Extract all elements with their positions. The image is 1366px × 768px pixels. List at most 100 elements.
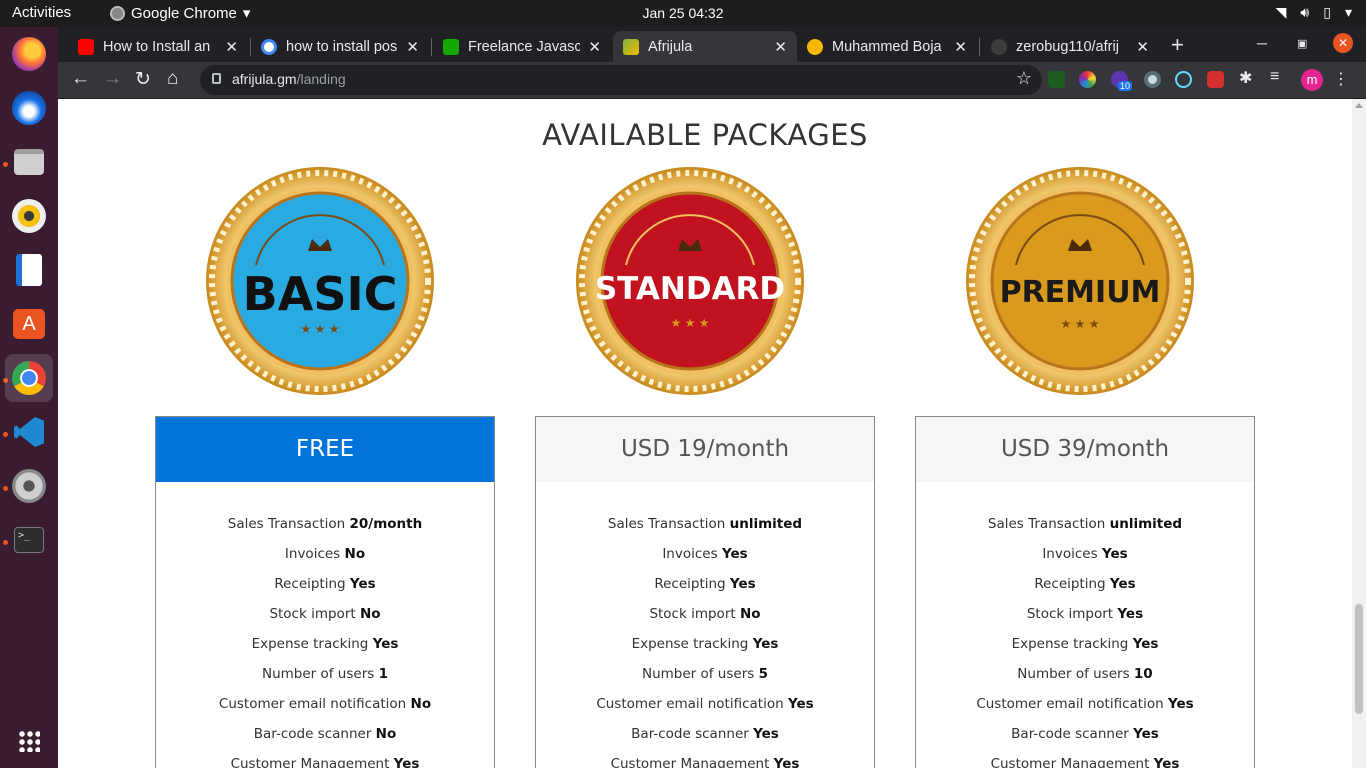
scroll-up-arrow-icon[interactable]	[1355, 103, 1363, 108]
vscode-launcher[interactable]	[5, 408, 53, 456]
feature-row: Stock import No	[536, 606, 874, 636]
feature-label: Customer email notification	[218, 696, 407, 712]
svg-text:★ ★ ★: ★ ★ ★	[301, 322, 340, 336]
tab-google-search[interactable]: how to install pos ✕	[251, 31, 429, 62]
feature-row: Receipting Yes	[916, 576, 1254, 606]
profile-avatar[interactable]: m	[1301, 69, 1323, 91]
feature-value: Yes	[729, 576, 756, 592]
software-launcher[interactable]: A	[5, 300, 53, 348]
tab-youtube[interactable]: How to Install an ✕	[68, 31, 248, 62]
extension-badge: 10	[1118, 81, 1133, 91]
feature-row: Sales Transaction unlimited	[536, 516, 874, 546]
app-menu[interactable]: Google Chrome ▾	[110, 4, 250, 22]
thunderbird-launcher[interactable]	[5, 84, 53, 132]
new-tab-button[interactable]: +	[1171, 32, 1184, 58]
close-icon[interactable]: ✕	[774, 38, 787, 56]
feature-row: Expense tracking Yes	[916, 636, 1254, 666]
chevron-down-icon: ▾	[1344, 4, 1352, 20]
feature-label: Expense tracking	[631, 636, 749, 652]
feature-label: Sales Transaction	[607, 516, 726, 532]
feature-label: Stock import	[269, 606, 356, 622]
feature-row: Stock import No	[156, 606, 494, 636]
system-top-bar: Activities Google Chrome ▾ Jan 25 04:32 …	[0, 0, 1366, 27]
feature-row: Sales Transaction unlimited	[916, 516, 1254, 546]
medium-icon	[807, 38, 823, 55]
window-close-button[interactable]: ✕	[1333, 33, 1353, 53]
badge-label: STANDARD	[595, 271, 785, 307]
media-control-icon[interactable]: ≡	[1270, 68, 1287, 85]
google-icon	[261, 38, 277, 55]
feature-value: unlimited	[729, 516, 803, 532]
extension-icon[interactable]	[1048, 71, 1065, 88]
tab-github[interactable]: zerobug110/afrij ✕	[981, 31, 1159, 62]
feature-row: Invoices No	[156, 546, 494, 576]
tab-title: Freelance Javascr	[468, 38, 581, 55]
section-title: AVAILABLE PACKAGES	[542, 118, 868, 152]
feature-label: Customer email notification	[596, 696, 784, 712]
upwork-icon	[443, 38, 459, 55]
extension-icon[interactable]	[1207, 71, 1224, 88]
extension-icon[interactable]	[1144, 71, 1161, 88]
tab-upwork[interactable]: Freelance Javascr ✕	[433, 31, 611, 62]
feature-value: Yes	[1167, 696, 1194, 712]
github-icon	[991, 38, 1007, 55]
lock-icon[interactable]	[212, 73, 221, 84]
close-icon[interactable]: ✕	[406, 38, 419, 56]
feature-label: Customer Management	[230, 756, 390, 768]
system-tray[interactable]: ◥ 🔊︎ ▯ ▾	[1276, 4, 1352, 21]
chrome-app-icon	[110, 5, 125, 21]
feature-row: Number of users 10	[916, 666, 1254, 696]
feature-value: Yes	[1101, 546, 1128, 562]
react-devtools-icon[interactable]	[1175, 71, 1192, 88]
puzzle-icon[interactable]: ✱	[1239, 68, 1256, 87]
feature-value: Yes	[753, 726, 779, 742]
page-viewport: AVAILABLE PACKAGES BASIC ★ ★ ★ STANDARD …	[58, 99, 1352, 768]
browser-toolbar: ← → ↻ ⌂ afrijula.gm/landing ☆ 10 ✱ ≡ m ⋮	[58, 62, 1366, 99]
forward-button[interactable]: →	[103, 68, 122, 90]
wifi-icon: ◥	[1275, 4, 1287, 20]
address-bar[interactable]: afrijula.gm/landing ☆	[200, 65, 1042, 95]
files-launcher[interactable]	[5, 138, 53, 186]
feature-value: 20/month	[349, 516, 423, 532]
terminal-launcher[interactable]: >_	[5, 516, 53, 564]
minimize-button[interactable]: ─	[1257, 35, 1267, 51]
close-icon[interactable]: ✕	[588, 38, 601, 56]
writer-launcher[interactable]	[5, 246, 53, 294]
rhythmbox-launcher[interactable]	[5, 192, 53, 240]
music-icon	[12, 199, 46, 233]
close-icon[interactable]: ✕	[954, 38, 967, 56]
bookmark-star-icon[interactable]: ☆	[1016, 68, 1032, 89]
home-button[interactable]: ⌂	[167, 68, 178, 90]
software-store-icon: A	[13, 309, 45, 339]
scrollbar-thumb[interactable]	[1355, 604, 1363, 714]
page-scrollbar[interactable]	[1352, 99, 1366, 768]
back-button[interactable]: ←	[71, 68, 90, 90]
activities-button[interactable]: Activities	[12, 4, 71, 21]
feature-row: Expense tracking Yes	[536, 636, 874, 666]
maximize-button[interactable]: ▣	[1297, 37, 1307, 50]
url-path: /landing	[296, 71, 346, 87]
feature-value: No	[344, 546, 366, 562]
feature-value: No	[739, 606, 761, 622]
document-icon	[16, 254, 42, 286]
feature-row: Receipting Yes	[156, 576, 494, 606]
chrome-launcher[interactable]	[5, 354, 53, 402]
settings-launcher[interactable]	[5, 462, 53, 510]
tab-medium[interactable]: Muhammed Boja ✕	[797, 31, 977, 62]
close-icon[interactable]: ✕	[1136, 38, 1149, 56]
url-text: afrijula.gm/landing	[232, 71, 346, 87]
youtube-icon	[78, 38, 94, 55]
show-applications-button[interactable]	[5, 717, 53, 765]
battery-icon: ▯	[1323, 4, 1331, 20]
feature-value: Yes	[1132, 636, 1159, 652]
tab-divider	[979, 38, 980, 56]
firefox-launcher[interactable]	[5, 30, 53, 78]
tab-afrijula[interactable]: Afrijula ✕	[613, 31, 797, 62]
chrome-menu-icon[interactable]: ⋮	[1333, 69, 1349, 89]
reload-button[interactable]: ↻	[135, 68, 151, 91]
close-icon[interactable]: ✕	[225, 38, 238, 56]
chrome-icon	[12, 361, 46, 395]
package-card-premium: USD 39/month Sales Transaction unlimited…	[915, 416, 1255, 768]
premium-package-badge: PREMIUM ★ ★ ★	[966, 167, 1194, 395]
color-picker-extension-icon[interactable]	[1079, 71, 1096, 88]
